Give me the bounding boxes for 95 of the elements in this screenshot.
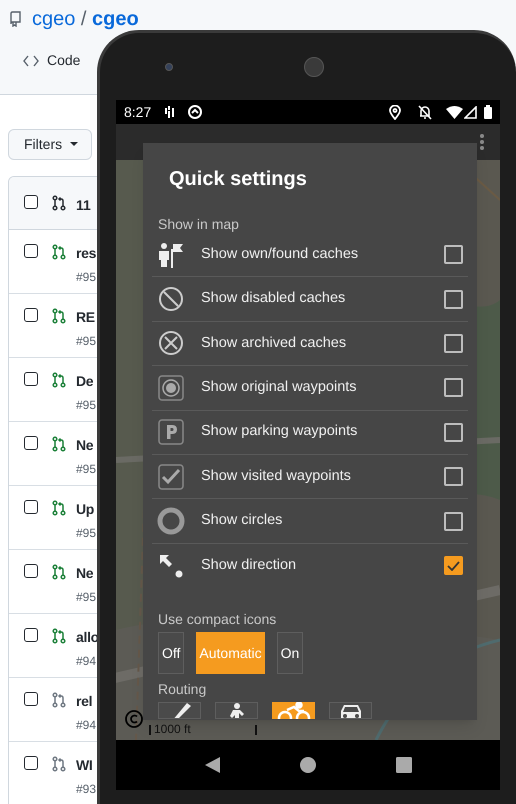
pull-request-number: #94 <box>76 653 98 670</box>
home-icon[interactable] <box>300 757 316 773</box>
repo-icon <box>9 11 22 27</box>
pull-request-icon <box>52 692 66 708</box>
pull-request-number: #95 <box>76 397 96 414</box>
bell-off-icon <box>418 104 432 120</box>
caret-icon <box>70 142 78 147</box>
checkbox[interactable] <box>24 244 38 258</box>
checkbox[interactable] <box>444 334 463 353</box>
section-label: Routing <box>157 680 208 698</box>
open-count[interactable]: 11 <box>76 195 91 216</box>
checkbox[interactable] <box>444 290 463 309</box>
pull-request-number: #95 <box>76 461 96 478</box>
target-icon <box>158 374 184 401</box>
routing-mode-button[interactable] <box>158 702 201 720</box>
pull-request-title[interactable]: res <box>76 244 96 262</box>
repo-owner-link[interactable]: cgeo <box>32 8 76 30</box>
pull-request-number: #95 <box>76 589 96 606</box>
pull-request-number: #95 <box>76 269 96 286</box>
pull-request-icon <box>52 436 66 452</box>
wifi-icon <box>446 106 463 118</box>
code-tab[interactable]: Code <box>47 50 80 71</box>
pull-request-number: #94 <box>76 717 96 734</box>
status-time: 8:27 <box>124 102 152 122</box>
pull-request-icon <box>52 195 66 211</box>
checkbox[interactable] <box>24 436 38 450</box>
pull-request-title[interactable]: WI <box>76 756 96 774</box>
routing-mode-button[interactable] <box>272 702 315 720</box>
cell-signal-icon <box>464 106 477 118</box>
checkbox[interactable] <box>24 756 38 770</box>
section-label: Show in map <box>157 215 240 233</box>
battery-icon <box>484 105 492 119</box>
pull-request-title[interactable]: rel <box>76 692 96 710</box>
checkbox[interactable] <box>444 556 463 576</box>
pull-request-title[interactable]: De <box>76 372 96 390</box>
hiker-flag-icon <box>158 242 184 268</box>
checkbox[interactable] <box>444 245 463 264</box>
speaker-grille-icon <box>304 56 324 76</box>
code-icon <box>23 54 39 66</box>
section-label: Use compact icons <box>157 610 278 628</box>
setting-label: Show direction <box>201 556 298 576</box>
setting-label: Show original waypoints <box>201 378 358 397</box>
pull-request-title[interactable]: Ne <box>76 564 96 582</box>
setting-label: Show visited waypoints <box>201 466 352 486</box>
setting-label: Show parking waypoints <box>201 422 358 442</box>
copyright-icon <box>125 710 143 728</box>
routing-mode-button[interactable] <box>215 702 258 720</box>
pull-request-icon <box>52 756 66 772</box>
pull-request-icon <box>52 564 66 580</box>
routing-mode-button[interactable] <box>329 702 372 720</box>
cyclist-icon <box>276 702 310 720</box>
pull-request-icon <box>52 500 66 516</box>
checkbox[interactable] <box>24 372 38 386</box>
location-pin-icon <box>389 104 401 120</box>
setting-label: Show circles <box>201 511 284 530</box>
pull-request-number: #95 <box>76 525 96 542</box>
pull-request-icon <box>52 244 66 260</box>
checkbox[interactable] <box>444 512 463 531</box>
path-separator: / <box>80 8 88 30</box>
pull-request-title[interactable]: RE <box>76 308 96 326</box>
pull-request-number: #95 <box>76 333 96 350</box>
setting-label: Show disabled caches <box>201 289 346 308</box>
dialog-title: Quick settings <box>168 167 308 192</box>
signal-strength-icon <box>165 106 176 118</box>
pull-request-title[interactable]: Up <box>76 500 96 518</box>
pull-request-title[interactable]: Ne <box>76 436 96 454</box>
pull-request-number: #93 <box>76 781 96 798</box>
compact-icons-option[interactable]: On <box>276 632 304 674</box>
ring-icon <box>157 507 185 536</box>
more-options-icon[interactable] <box>480 134 484 150</box>
checkbox[interactable] <box>24 628 38 642</box>
checkbox[interactable] <box>24 195 38 209</box>
checkbox[interactable] <box>24 692 38 706</box>
pull-request-icon <box>52 308 66 324</box>
pull-request-icon <box>52 628 66 644</box>
back-icon[interactable] <box>204 757 220 773</box>
setting-label: Show archived caches <box>201 334 348 353</box>
filters-button[interactable]: Filters <box>8 129 92 160</box>
front-camera-icon <box>165 62 173 70</box>
checkmark-square-icon <box>158 464 184 490</box>
repo-name-link[interactable]: cgeo <box>92 8 139 30</box>
parking-icon <box>158 419 184 446</box>
compact-icons-option[interactable]: Off <box>158 632 184 674</box>
checkbox[interactable] <box>444 422 463 442</box>
checkbox[interactable] <box>24 564 38 578</box>
map-scale-label: 1000 ft <box>154 722 191 736</box>
crossed-circle-icon <box>158 330 184 356</box>
checkbox[interactable] <box>444 378 463 398</box>
checkbox[interactable] <box>24 308 38 322</box>
checkbox[interactable] <box>444 467 463 486</box>
arrow-to-dot-icon <box>158 552 184 579</box>
setting-label: Show own/found caches <box>201 244 360 264</box>
prohibited-icon <box>158 286 184 312</box>
pull-request-icon <box>52 372 66 388</box>
checkbox[interactable] <box>24 500 38 514</box>
